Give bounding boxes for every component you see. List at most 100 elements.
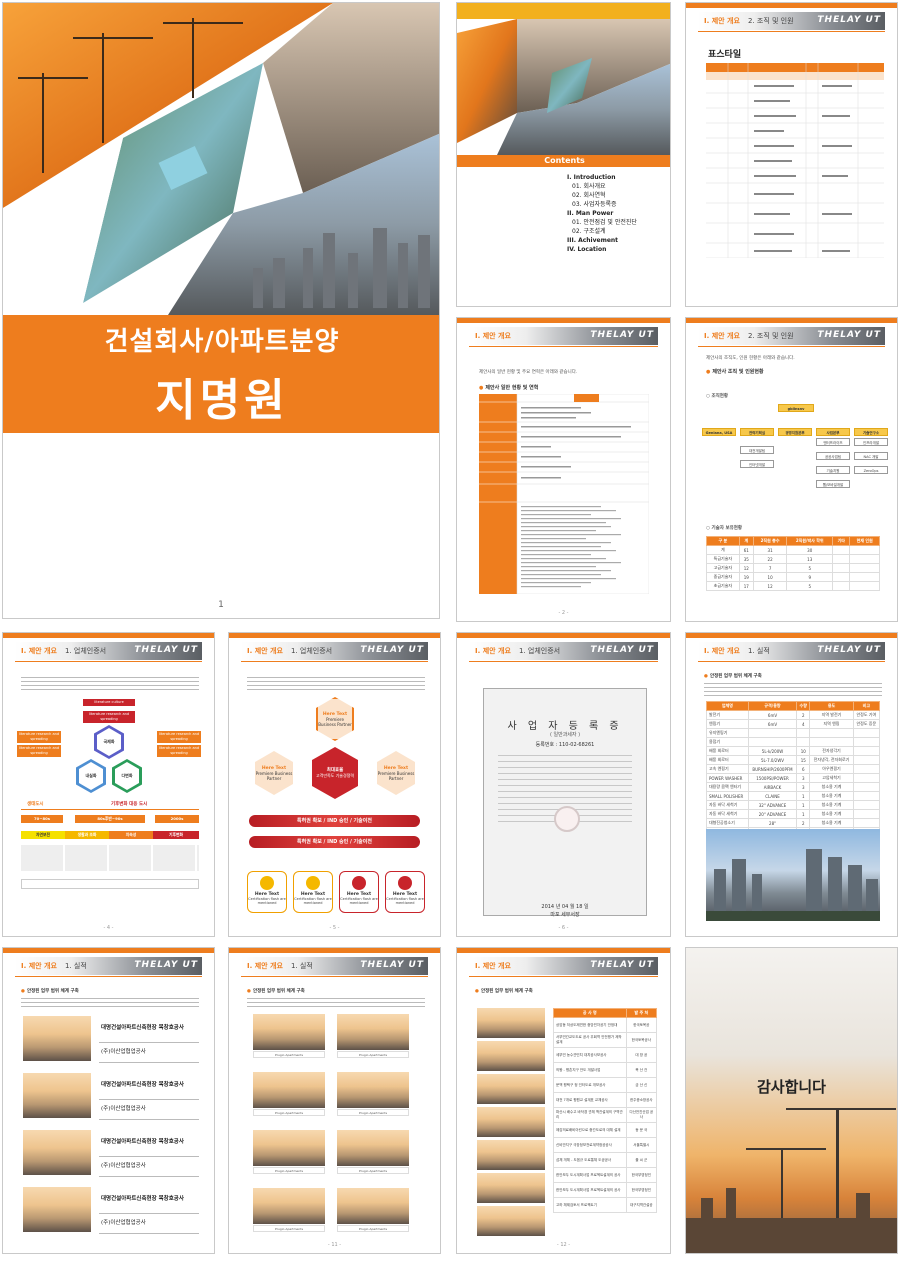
table-row: 서부민간교도도로 공사 우회역 안전평가 제작설계 한국토목공사 [553, 1032, 658, 1048]
project-photo [253, 1188, 325, 1224]
page-cover[interactable]: 건설회사/아파트분양 지명원 1 [2, 2, 440, 619]
arrow-right-label: 기후변화 대응 도시 [111, 802, 148, 807]
arrow-left-label: 생태도시 [27, 802, 44, 807]
page-thank-you[interactable]: 감사합니다 [685, 947, 898, 1254]
page-header: I. 제안 개요 1. 실적 THELAY UT [229, 948, 440, 978]
thanks-title: 감사합니다 [756, 1078, 826, 1096]
project-photo [253, 1130, 325, 1166]
project-photo [477, 1140, 545, 1170]
cover-title-band: 건설회사/아파트분양 지명원 [3, 315, 439, 433]
page-company-info[interactable]: I. 제안 개요 THELAY UT 제안사의 일반 현황 및 주요 연혁은 아래… [456, 317, 671, 622]
project-photo [477, 1074, 545, 1104]
toc-item[interactable]: III. Achivement [567, 236, 637, 245]
table-row: 특급기술자 35 22 13 [706, 554, 880, 564]
bottle-icon [352, 876, 366, 890]
seal-icon [554, 806, 580, 832]
table-row: 대용량 콤팩 엔터기 AIRBACK 3 청소용 기계 [706, 782, 881, 792]
project-item[interactable]: 대명건설아파트신축현장 목창호공사 (주)이산업협업공사 [23, 1073, 199, 1120]
hex-stability: 내실화 [76, 759, 106, 793]
page-header: I. 제안 개요 1. 실적 THELAY UT [3, 948, 214, 978]
page-footer: - 12 - [556, 1242, 571, 1248]
page-footer: - 5 - [329, 925, 340, 931]
toc-item[interactable]: 03. 사업자등록증 [567, 200, 637, 209]
page-contents[interactable]: Contents I. Introduction 01. 회사개요 02. 회사연혁… [456, 2, 671, 307]
project-item[interactable]: 대명건설아파트신축현장 목창호공사 (주)이산업협업공사 [23, 1187, 199, 1234]
feature-card: Here Text Certification flash are mention… [385, 871, 425, 913]
page-intro-text [21, 677, 199, 691]
toc-item[interactable]: 01. 회사개요 [567, 182, 637, 191]
feature-card: Here Text Certification flash are mention… [247, 871, 287, 913]
header-section: I. 제안 개요 [247, 647, 283, 655]
page-business-registration[interactable]: I. 제안 개요 1. 업체인증서 THELAY UT 사 업 자 등 록 증 ( … [456, 632, 671, 937]
cover-photo-collage [3, 3, 439, 315]
org-team: 기술지원 [816, 466, 850, 474]
feature-card: Here Text Certification flash are mention… [293, 871, 333, 913]
table-row: 유지엔핑기 [706, 728, 881, 738]
diagram-box: literature research and spreading [157, 745, 201, 757]
project-photo [477, 1041, 545, 1071]
project-name: 대명건설아파트신축현장 목창호공사 [101, 1082, 184, 1088]
project-item[interactable]: 대명건설아파트신축현장 목창호공사 (주)이산업협업공사 [23, 1016, 199, 1063]
header-section: I. 제안 개요 [704, 332, 740, 340]
truck-icon [398, 876, 412, 890]
header-logo: THELAY UT [134, 960, 198, 970]
table-row: 고속 엔핑기 BURNSHIP/2600PFM 6 아우엔핑기 [706, 764, 881, 774]
toc-item[interactable]: IV. Location [567, 245, 637, 254]
page-organization[interactable]: I. 제안 개요 2. 조직 및 인원 THELAY UT 제안사의 조직도, 인원… [685, 317, 898, 622]
photo-caption: Prugio Apartments [337, 1109, 409, 1116]
cert-title: 사 업 자 등 록 증 [507, 721, 623, 732]
project-photo [23, 1187, 91, 1232]
toc-item[interactable]: 02. 구조설계 [567, 227, 637, 236]
org-top: gbilnsnv [778, 404, 814, 412]
table-row: 용접기 [706, 737, 881, 747]
page-certificates-1[interactable]: I. 제안 개요 1. 업체인증서 THELAY UT literature cul… [2, 632, 215, 937]
table-row: 발전기 6mV 2 지역 발전기 안정도 기여 [706, 710, 881, 720]
toc-item[interactable]: I. Introduction [567, 173, 637, 182]
table-row: 초급기술자 17 12 5 [706, 581, 880, 591]
section-bullet: 안정된 업무 범위 체계 구축 [21, 988, 79, 994]
table-row: 중급기술자 19 10 9 [706, 572, 880, 582]
header-subsection: 2. 조직 및 인원 [748, 332, 794, 340]
page-projects-3[interactable]: I. 제안 개요 THELAY UT 안정된 업무 범위 체계 구축 공 사 명발… [456, 947, 671, 1254]
org-dept: 기술연구소 [854, 428, 888, 436]
page-equipment[interactable]: I. 제안 개요 1. 실적 THELAY UT 안정된 업무 범위 체계 구축 업… [685, 632, 898, 937]
project-item[interactable]: 대명건설아파트신축현장 목창호공사 (주)이산업협업공사 [23, 1130, 199, 1177]
table-row: 대전 7개로 평원교 설계표 교체공사 한주종소방공사 [553, 1092, 658, 1108]
cover-title-line2: 지명원 [155, 374, 289, 426]
project-header: 공 사 명 [553, 1008, 627, 1018]
org-team: 인프라개발 [854, 438, 888, 446]
toc-item[interactable]: II. Man Power [567, 209, 637, 218]
era-pill: 80s후반~90s [75, 815, 145, 823]
photo-caption: Prugio Apartments [253, 1051, 325, 1058]
page-certificates-2[interactable]: I. 제안 개요 1. 업체인증서 THELAY UT Here Text Premi… [228, 632, 441, 937]
toc-item[interactable]: 02. 회사연혁 [567, 191, 637, 200]
page-header: I. 제안 개요 THELAY UT [457, 318, 670, 348]
page-projects-1[interactable]: I. 제안 개요 1. 실적 THELAY UT 안정된 업무 범위 체계 구축 대… [2, 947, 215, 1254]
header-subsection: 1. 업체인증서 [65, 647, 107, 655]
project-photo [253, 1072, 325, 1108]
feature-card: Here Text Certification flash are mention… [339, 871, 379, 913]
cert-kind: ( 일반과세자 ) [549, 732, 581, 738]
project-company: (주)이산업협업공사 [101, 1049, 146, 1055]
lock-icon [260, 876, 274, 890]
org-dept: 경영지원본부 [778, 428, 812, 436]
page-table-style[interactable]: I. 제안 개요 2. 조직 및 인원 THELAY UT 표스타일 [685, 2, 898, 307]
table-row: 대형진공청소기 28" 2 청소용 기계 [706, 818, 881, 828]
table-row: 엔핑기 6mV 4 지역 엔핑 안정도 증문 [706, 719, 881, 729]
table-row: 계 61 31 30 [706, 545, 880, 555]
toc-photo-collage [457, 19, 670, 155]
page-footer: - 6 - [558, 925, 569, 931]
page-projects-2[interactable]: I. 제안 개요 1. 실적 THELAY UT 안정된 업무 범위 체계 구축 P… [228, 947, 441, 1254]
toc-item[interactable]: 01. 안전점검 및 안전진단 [567, 218, 637, 227]
banner-bar: 특허권 확보 / IND 승인 / 기술이전 [249, 815, 420, 827]
table-style-sample [706, 63, 884, 258]
registration-certificate: 사 업 자 등 록 증 ( 일반과세자 ) 등록번호 : 110-02-6826… [483, 688, 647, 918]
project-photo [253, 1014, 325, 1050]
hex-globalization: 국제화 [94, 725, 124, 759]
project-photo [477, 1107, 545, 1137]
staff-header: 구 분 [706, 536, 740, 546]
table-row: 파산시 배수고 바닥경 관체 백관설계의 구역관리 다산전진산업 공사 [553, 1107, 658, 1123]
header-section: I. 제안 개요 [475, 962, 511, 970]
page-thumbnail-grid: 건설회사/아파트분양 지명원 1 Contents I. Introductio… [0, 0, 900, 1263]
header-logo: THELAY UT [817, 645, 881, 655]
